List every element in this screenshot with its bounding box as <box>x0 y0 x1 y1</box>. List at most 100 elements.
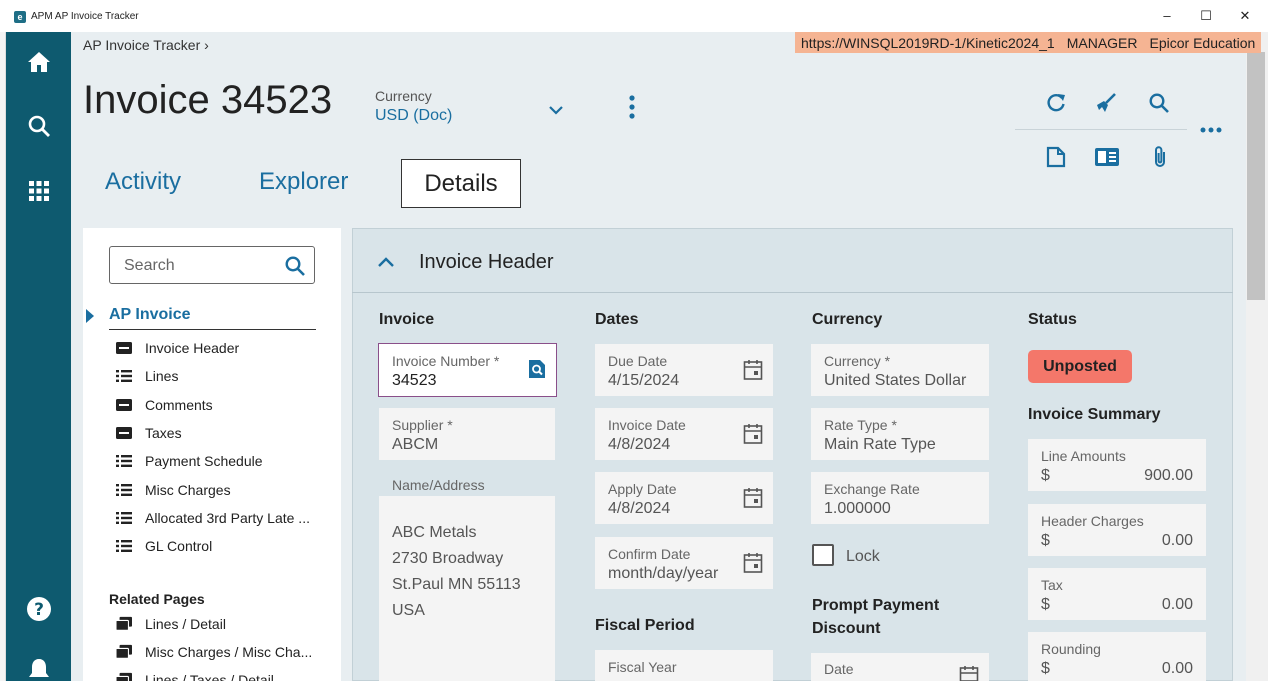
field-value: 4/8/2024 <box>608 500 671 517</box>
nav-search-input[interactable]: Search <box>109 246 315 284</box>
apply-date-field[interactable]: Apply Date 4/8/2024 <box>595 472 773 524</box>
help-button[interactable]: ? <box>19 589 59 629</box>
field-label: Due Date <box>608 353 668 369</box>
maximize-button[interactable]: ☐ <box>1191 6 1221 26</box>
currency-selector-label: Currency <box>375 88 432 104</box>
related-item-lines-detail[interactable]: Lines / Detail <box>116 616 226 632</box>
field-value: 1.000000 <box>824 500 891 517</box>
environment-url: https://WINSQL2019RD-1/Kinetic2024_1 <box>801 34 1055 51</box>
field-label: Currency * <box>824 353 891 369</box>
sidebar-item-invoice-header[interactable]: Invoice Header <box>116 340 239 356</box>
related-item-label: Lines / Taxes / Detail <box>145 672 274 681</box>
home-icon <box>28 52 50 72</box>
search-icon <box>28 115 50 137</box>
field-label: Header Charges <box>1041 513 1144 529</box>
notifications-button[interactable] <box>19 650 59 681</box>
search-icon[interactable] <box>284 255 306 277</box>
card-icon <box>116 341 132 355</box>
scrollbar-thumb[interactable] <box>1247 52 1265 300</box>
attachment-button[interactable] <box>1147 144 1173 170</box>
section-invoice-title: Invoice <box>379 311 435 328</box>
close-window-button[interactable]: ✕ <box>1230 6 1260 26</box>
tab-activity[interactable]: Activity <box>105 168 181 196</box>
sidebar-item-taxes[interactable]: Taxes <box>116 425 182 441</box>
field-label: Date <box>824 661 854 677</box>
currency-field[interactable]: Currency * United States Dollar <box>811 344 989 396</box>
lookup-search-icon[interactable] <box>528 359 546 379</box>
list-icon <box>116 483 132 497</box>
refresh-icon <box>1047 93 1065 112</box>
list-icon <box>116 511 132 525</box>
summary-rounding: Rounding $ 0.00 <box>1028 632 1206 681</box>
summary-line-amounts: Line Amounts $ 900.00 <box>1028 439 1206 491</box>
more-vertical-icon[interactable] <box>625 95 639 119</box>
sidebar-item-label: Misc Charges <box>145 482 231 498</box>
environment-company: Epicor Education <box>1149 34 1256 51</box>
sidebar-item-payment-schedule[interactable]: Payment Schedule <box>116 453 263 469</box>
summary-header-charges: Header Charges $ 0.00 <box>1028 504 1206 556</box>
related-item-misc-charges[interactable]: Misc Charges / Misc Cha... <box>116 644 312 660</box>
stacked-pages-icon <box>116 644 132 659</box>
chevron-down-icon[interactable] <box>546 100 566 120</box>
reader-button[interactable] <box>1094 144 1120 170</box>
chevron-up-icon[interactable] <box>376 254 396 270</box>
sidebar-item-allocated-3rd-party[interactable]: Allocated 3rd Party Late ... <box>116 510 310 526</box>
breadcrumb[interactable]: AP Invoice Tracker › <box>83 37 209 53</box>
field-value: 900.00 <box>1144 467 1193 484</box>
lock-checkbox-label: Lock <box>846 548 880 565</box>
sidebar-item-lines[interactable]: Lines <box>116 368 178 384</box>
field-label: Tax <box>1041 577 1063 593</box>
overflow-menu-icon[interactable] <box>1198 120 1224 140</box>
name-address-field[interactable]: ABC Metals 2730 Broadway St.Paul MN 5511… <box>379 496 555 681</box>
field-label: Fiscal Year <box>608 659 677 675</box>
calendar-icon[interactable] <box>743 552 763 574</box>
clear-button[interactable] <box>1093 90 1119 116</box>
calendar-icon[interactable] <box>743 487 763 509</box>
currency-selector-value[interactable]: USD (Doc) <box>375 107 452 125</box>
nav-caret-icon <box>86 309 94 323</box>
calendar-icon[interactable] <box>743 359 763 381</box>
rail-search-button[interactable] <box>19 106 59 146</box>
field-label: Line Amounts <box>1041 448 1126 464</box>
rate-type-field[interactable]: Rate Type * Main Rate Type <box>811 408 989 460</box>
minimize-button[interactable]: – <box>1152 6 1182 26</box>
environment-banner: https://WINSQL2019RD-1/Kinetic2024_1 MAN… <box>795 32 1261 53</box>
related-item-lines-taxes[interactable]: Lines / Taxes / Detail <box>116 672 274 681</box>
sidebar-item-comments[interactable]: Comments <box>116 397 213 413</box>
home-button[interactable] <box>19 42 59 82</box>
apps-grid-icon <box>29 181 49 201</box>
nav-search-placeholder: Search <box>124 257 175 274</box>
name-address-label: Name/Address <box>392 477 485 493</box>
apps-button[interactable] <box>19 171 59 211</box>
field-value: 4/15/2024 <box>608 372 680 389</box>
left-rail: ? <box>6 32 71 681</box>
field-value: 0.00 <box>1161 532 1193 549</box>
invoice-number-field[interactable]: Invoice Number * 34523 <box>378 343 557 397</box>
lock-checkbox[interactable] <box>812 544 834 566</box>
exchange-rate-field[interactable]: Exchange Rate 1.000000 <box>811 472 989 524</box>
environment-user: MANAGER <box>1066 34 1138 51</box>
field-label: Invoice Number * <box>392 353 500 369</box>
fiscal-year-field[interactable]: Fiscal Year <box>595 650 773 681</box>
supplier-field[interactable]: Supplier * ABCM <box>379 408 555 460</box>
calendar-icon[interactable] <box>959 665 979 681</box>
panel-title: Invoice Header <box>419 251 554 273</box>
tab-details[interactable]: Details <box>401 159 521 208</box>
new-button[interactable] <box>1043 144 1069 170</box>
confirm-date-field[interactable]: Confirm Date month/day/year <box>595 537 773 589</box>
field-value: 4/8/2024 <box>608 436 671 453</box>
refresh-button[interactable] <box>1043 90 1069 116</box>
sidebar-item-gl-control[interactable]: GL Control <box>116 538 212 554</box>
field-value: ABCM <box>392 436 439 453</box>
card-icon <box>116 398 132 412</box>
due-date-field[interactable]: Due Date 4/15/2024 <box>595 344 773 396</box>
sidebar-item-misc-charges[interactable]: Misc Charges <box>116 482 231 498</box>
field-value: United States Dollar <box>824 372 967 389</box>
tab-explorer[interactable]: Explorer <box>259 168 348 196</box>
calendar-icon[interactable] <box>743 423 763 445</box>
sidebar-item-label: Comments <box>145 397 213 413</box>
nav-heading-ap-invoice[interactable]: AP Invoice <box>109 306 191 324</box>
discount-date-field[interactable]: Date <box>811 653 989 681</box>
toolbar-search-button[interactable] <box>1146 90 1172 116</box>
invoice-date-field[interactable]: Invoice Date 4/8/2024 <box>595 408 773 460</box>
